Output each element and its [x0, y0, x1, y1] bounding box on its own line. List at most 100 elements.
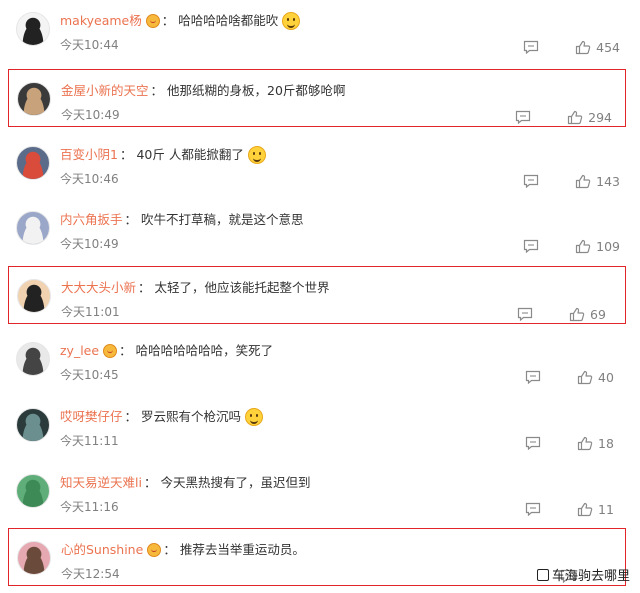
comment-timestamp: 今天10:46 — [60, 172, 119, 186]
avatar[interactable] — [16, 12, 50, 46]
avatar[interactable] — [16, 408, 50, 442]
watermark-text: 车海驹去哪里 — [551, 569, 630, 584]
thumbs-up-icon — [569, 307, 585, 322]
comment-timestamp: 今天10:44 — [60, 38, 119, 52]
thumbs-up-icon — [575, 174, 591, 189]
comment-timestamp: 今天10:49 — [61, 108, 120, 122]
comment-actions: 40 — [525, 368, 620, 386]
wondering-emoji — [247, 146, 266, 164]
comment-item: zy_lee ：哈哈哈哈哈哈哈，笑死了今天10:45 40 — [0, 330, 640, 392]
like-button[interactable]: 109 — [575, 239, 620, 254]
comment-text: 罗云熙有个枪沉吗 — [141, 409, 242, 424]
like-button[interactable]: 143 — [575, 174, 620, 189]
comment-timestamp: 今天10:45 — [60, 368, 119, 382]
avatar[interactable] — [16, 146, 50, 180]
comment-username[interactable]: 哎呀樊仔仔 — [60, 408, 123, 426]
comment-text: 吹牛不打草稿，就是这个意思 — [141, 212, 304, 227]
laugh-emoji — [282, 12, 301, 30]
comment-text: 40斤 人都能掀翻了 — [136, 147, 244, 162]
comment-actions: 454 — [523, 38, 620, 56]
comment-username[interactable]: 内六角扳手 — [60, 211, 123, 229]
thumbs-up-icon — [577, 436, 593, 451]
comment-timestamp: 今天11:16 — [60, 500, 119, 514]
comment-text: 太轻了，他应该能托起整个世界 — [154, 280, 330, 295]
comment-text: 他那纸糊的身板，20斤都够呛啊 — [167, 83, 346, 98]
reply-icon[interactable] — [523, 239, 539, 253]
colon-separator: ： — [119, 147, 133, 162]
like-button[interactable]: 11 — [577, 502, 620, 517]
comment-username[interactable]: 心的Sunshine — [61, 541, 143, 559]
comment-item: 大大大头小新：太轻了，他应该能托起整个世界今天11:01 69 — [8, 266, 626, 324]
colon-separator: ： — [150, 83, 164, 98]
like-count: 454 — [596, 39, 620, 55]
vip-badge-icon — [147, 543, 162, 557]
reply-icon[interactable] — [525, 502, 541, 516]
like-count: 11 — [598, 501, 614, 517]
thumbs-up-icon — [567, 110, 583, 125]
comment-actions: 143 — [523, 172, 620, 190]
comment-username[interactable]: 知天易逆天难li — [60, 474, 142, 492]
vip-badge-icon — [145, 14, 160, 28]
like-button[interactable]: 454 — [575, 40, 620, 55]
comment-timestamp: 今天11:11 — [60, 434, 119, 448]
colon-separator: ： — [138, 280, 151, 295]
thumbs-up-icon — [575, 239, 591, 254]
colon-separator: ： — [119, 343, 132, 358]
comment-timestamp: 今天10:49 — [60, 237, 119, 251]
reply-icon[interactable] — [525, 436, 541, 450]
avatar[interactable] — [16, 211, 50, 245]
colon-separator: ： — [143, 475, 157, 490]
like-count: 109 — [596, 238, 620, 254]
comment-username[interactable]: makyeame杨 — [60, 12, 142, 30]
comment-list: makyeame杨：哈哈哈哈啥都能吹 今天10:44 454 金屋小新的天空：他那纸糊… — [0, 0, 640, 593]
comment-item: 百变小阴1： 40斤 人都能掀翻了今天10:46 143 — [0, 134, 640, 196]
thumbs-up-icon — [577, 370, 593, 385]
like-button[interactable]: 18 — [577, 436, 620, 451]
avatar[interactable] — [16, 342, 50, 376]
reply-icon[interactable] — [515, 110, 531, 124]
like-count: 69 — [590, 306, 606, 322]
comment-text: 哈哈哈哈哈哈哈，笑死了 — [135, 343, 274, 358]
cry-laugh-emoji — [245, 408, 264, 426]
reply-icon[interactable] — [523, 174, 539, 188]
comment-actions: 294 — [515, 108, 612, 126]
like-button[interactable]: 69 — [569, 307, 612, 322]
comment-text: 推荐去当举重运动员。 — [179, 542, 305, 557]
like-button[interactable]: 40 — [577, 370, 620, 385]
vip-badge-icon — [103, 344, 118, 358]
comment-item: 哎呀樊仔仔：罗云熙有个枪沉吗今天11:11 18 — [0, 396, 640, 458]
watermark: 车海驹去哪里 — [536, 565, 630, 584]
like-count: 18 — [598, 435, 614, 451]
comment-username[interactable]: 大大大头小新 — [61, 279, 136, 297]
comment-text: 哈哈哈哈啥都能吹 — [178, 13, 279, 28]
comment-username[interactable]: zy_lee — [60, 342, 99, 360]
comment-actions: 11 — [525, 500, 620, 518]
comment-item: 心的Sunshine ：推荐去当举重运动员。今天12:54 — [8, 528, 626, 586]
comment-actions: 69 — [517, 305, 612, 323]
comment-timestamp: 今天12:54 — [61, 567, 120, 581]
comment-item: 内六角扳手：吹牛不打草稿，就是这个意思今天10:49 109 — [0, 199, 640, 261]
colon-separator: ： — [161, 13, 175, 28]
like-count: 40 — [598, 369, 614, 385]
comment-item: 金屋小新的天空：他那纸糊的身板，20斤都够呛啊今天10:49 294 — [8, 69, 626, 127]
reply-icon[interactable] — [523, 40, 539, 54]
comment-timestamp: 今天11:01 — [61, 305, 120, 319]
colon-separator: ： — [124, 409, 138, 424]
watermark-logo-icon — [536, 568, 549, 581]
reply-icon[interactable] — [525, 370, 541, 384]
avatar[interactable] — [17, 82, 51, 116]
colon-separator: ： — [124, 212, 138, 227]
like-count: 294 — [588, 109, 612, 125]
avatar[interactable] — [17, 541, 51, 575]
avatar[interactable] — [16, 474, 50, 508]
reply-icon[interactable] — [517, 307, 533, 321]
colon-separator: ： — [163, 542, 176, 557]
comment-username[interactable]: 百变小阴1 — [60, 146, 118, 164]
like-count: 143 — [596, 173, 620, 189]
like-button[interactable]: 294 — [567, 110, 612, 125]
comment-actions: 109 — [523, 237, 620, 255]
avatar[interactable] — [17, 279, 51, 313]
thumbs-up-icon — [575, 40, 591, 55]
comment-item: makyeame杨 ：哈哈哈哈啥都能吹今天10:44 454 — [0, 0, 640, 62]
comment-username[interactable]: 金屋小新的天空 — [61, 82, 149, 100]
